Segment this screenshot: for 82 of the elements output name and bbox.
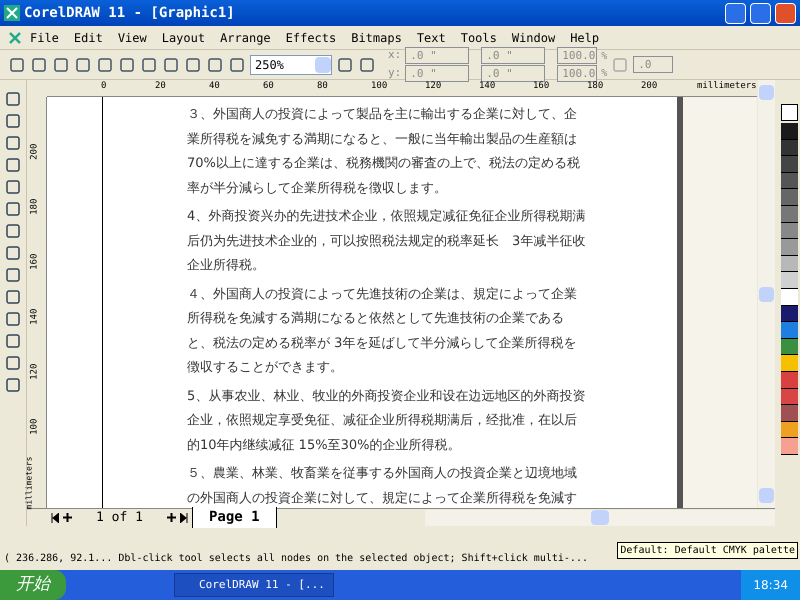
color-swatch[interactable] — [780, 140, 798, 156]
body-paragraph: 4、外商投资兴办的先进技术企业，依照规定减征免征企业所得税期满后仍为先进技术企业的，可以按照税法规定的税率延长 3年减半征收企业所得税。 — [187, 208, 586, 275]
zoom-dropdown[interactable]: 250% — [250, 54, 332, 74]
y-label: y: — [388, 65, 402, 82]
window-title: CorelDRAW 11 - [Graphic1] — [24, 4, 236, 22]
menu-item[interactable]: File — [23, 28, 66, 46]
status-text: ( 236.286, 92.1... Dbl-click tool selects all nodes on the selected object; Shift+click multi-... — [4, 552, 588, 566]
page-counter: 1 of 1 — [95, 508, 144, 527]
ruler-units: millimeters — [697, 80, 757, 93]
ruler-label: 120 — [28, 364, 40, 380]
ruler-label: 40 — [209, 80, 220, 93]
color-swatch[interactable] — [780, 123, 798, 140]
menu-item[interactable]: Help — [563, 28, 606, 46]
menu-item[interactable]: Bitmaps — [344, 28, 409, 46]
color-swatch[interactable] — [780, 372, 798, 388]
menu-item[interactable]: Edit — [66, 28, 110, 46]
body-paragraph: ４、外国商人の投資によって先進技術の企業は、規定によって企業所得税を免減する満期になると依然として先進技術の企業であると、税法の定める税率が 3年を延ばして半分減らして企業所得税を徴収することができます。 — [187, 286, 578, 377]
body-paragraph: ５、農業、林業、牧畜業を従事する外国商人の投資企業と辺境地域の外国商人の投資企業に対して、規定によって企業所得税を免減す — [187, 465, 578, 508]
ruler-label: 180 — [28, 198, 40, 215]
color-swatch[interactable] — [780, 256, 798, 272]
color-swatch[interactable] — [780, 239, 798, 256]
last-page-icon[interactable] — [180, 512, 188, 522]
ruler-label: 160 — [28, 254, 40, 270]
scroll-thumb[interactable] — [759, 286, 774, 302]
minimize-button[interactable] — [725, 2, 746, 24]
ruler-label: 200 — [641, 80, 658, 93]
page-tab[interactable]: Page 1 — [192, 507, 277, 528]
taskbar-button[interactable]: CorelDRAW 11 - [... — [174, 573, 334, 597]
color-swatch[interactable] — [780, 322, 798, 339]
restore-button[interactable] — [750, 2, 771, 24]
color-swatch[interactable] — [780, 388, 798, 406]
ruler-label: 160 — [533, 80, 550, 93]
menu-item[interactable]: Arrange — [213, 28, 278, 46]
ruler-label: 20 — [155, 80, 166, 93]
color-swatch[interactable] — [780, 306, 798, 322]
document-icon — [8, 30, 22, 44]
menu-item[interactable]: Effects — [278, 28, 344, 46]
tooltip: Default: Default CMYK palette — [617, 542, 798, 559]
color-swatch[interactable] — [780, 405, 798, 422]
color-swatch[interactable] — [780, 288, 798, 306]
app-icon — [4, 5, 20, 21]
ruler-label: 100 — [371, 80, 388, 93]
color-swatch[interactable] — [780, 355, 798, 372]
color-swatch[interactable] — [780, 156, 798, 173]
ruler-units: millimeters — [24, 456, 34, 510]
body-paragraph: ３、外国商人の投資によって製品を主に輸出する企業に対して、企業所得税を減免する満期になると、一般に当年輸出製品の生産額は70%以上に達する企業は、税務機関の審査の上で、税法の定める税率が半分減らして企業所得税を徴収します。 — [187, 106, 581, 198]
ruler-label: 80 — [317, 80, 328, 93]
color-swatch[interactable] — [780, 189, 798, 206]
menu-item[interactable]: Tools — [454, 28, 504, 46]
color-swatch[interactable] — [780, 206, 798, 223]
percent-label: % — [601, 66, 608, 80]
ruler-label: 120 — [425, 80, 442, 93]
scroll-thumb[interactable] — [591, 510, 609, 524]
menu-item[interactable]: Text — [410, 28, 453, 46]
menu-item[interactable]: View — [110, 28, 154, 46]
ruler-label: 100 — [28, 418, 40, 435]
color-swatch[interactable] — [780, 222, 798, 240]
ruler-label: 0 — [101, 80, 106, 93]
close-button[interactable] — [775, 2, 796, 24]
clock: 18:34 — [753, 577, 788, 594]
start-button[interactable]: 开始 — [0, 570, 66, 600]
add-page-icon[interactable] — [166, 513, 176, 522]
vertical-scrollbar[interactable] — [758, 80, 775, 508]
percent-label: % — [601, 50, 608, 64]
body-paragraph: 5、从事农业、林业、牧业的外商投资企业和设在边远地区的外商投资企业，依照规定享受免征、减征企业所得税期满后，经批准，在以后的10年内继续减征 15%至30%的企业所得税。 — [187, 388, 586, 454]
menu-item[interactable]: Layout — [154, 28, 212, 46]
color-swatch[interactable] — [780, 422, 798, 438]
color-swatch[interactable] — [780, 438, 798, 455]
menu-item[interactable]: Window — [504, 28, 562, 46]
horizontal-scrollbar[interactable] — [425, 510, 775, 526]
ruler-label: 200 — [28, 144, 40, 160]
color-swatch[interactable] — [780, 272, 798, 289]
ruler-label: 60 — [263, 80, 274, 93]
color-swatch[interactable] — [780, 338, 798, 356]
add-page-icon[interactable] — [63, 513, 72, 522]
color-swatch[interactable] — [780, 172, 798, 190]
ruler-label: 180 — [587, 80, 604, 93]
first-page-icon[interactable] — [51, 512, 59, 522]
ruler-label: 140 — [479, 80, 496, 93]
no-color-swatch[interactable] — [780, 104, 798, 121]
ruler-label: 140 — [28, 308, 40, 325]
x-label: x: — [388, 47, 402, 64]
